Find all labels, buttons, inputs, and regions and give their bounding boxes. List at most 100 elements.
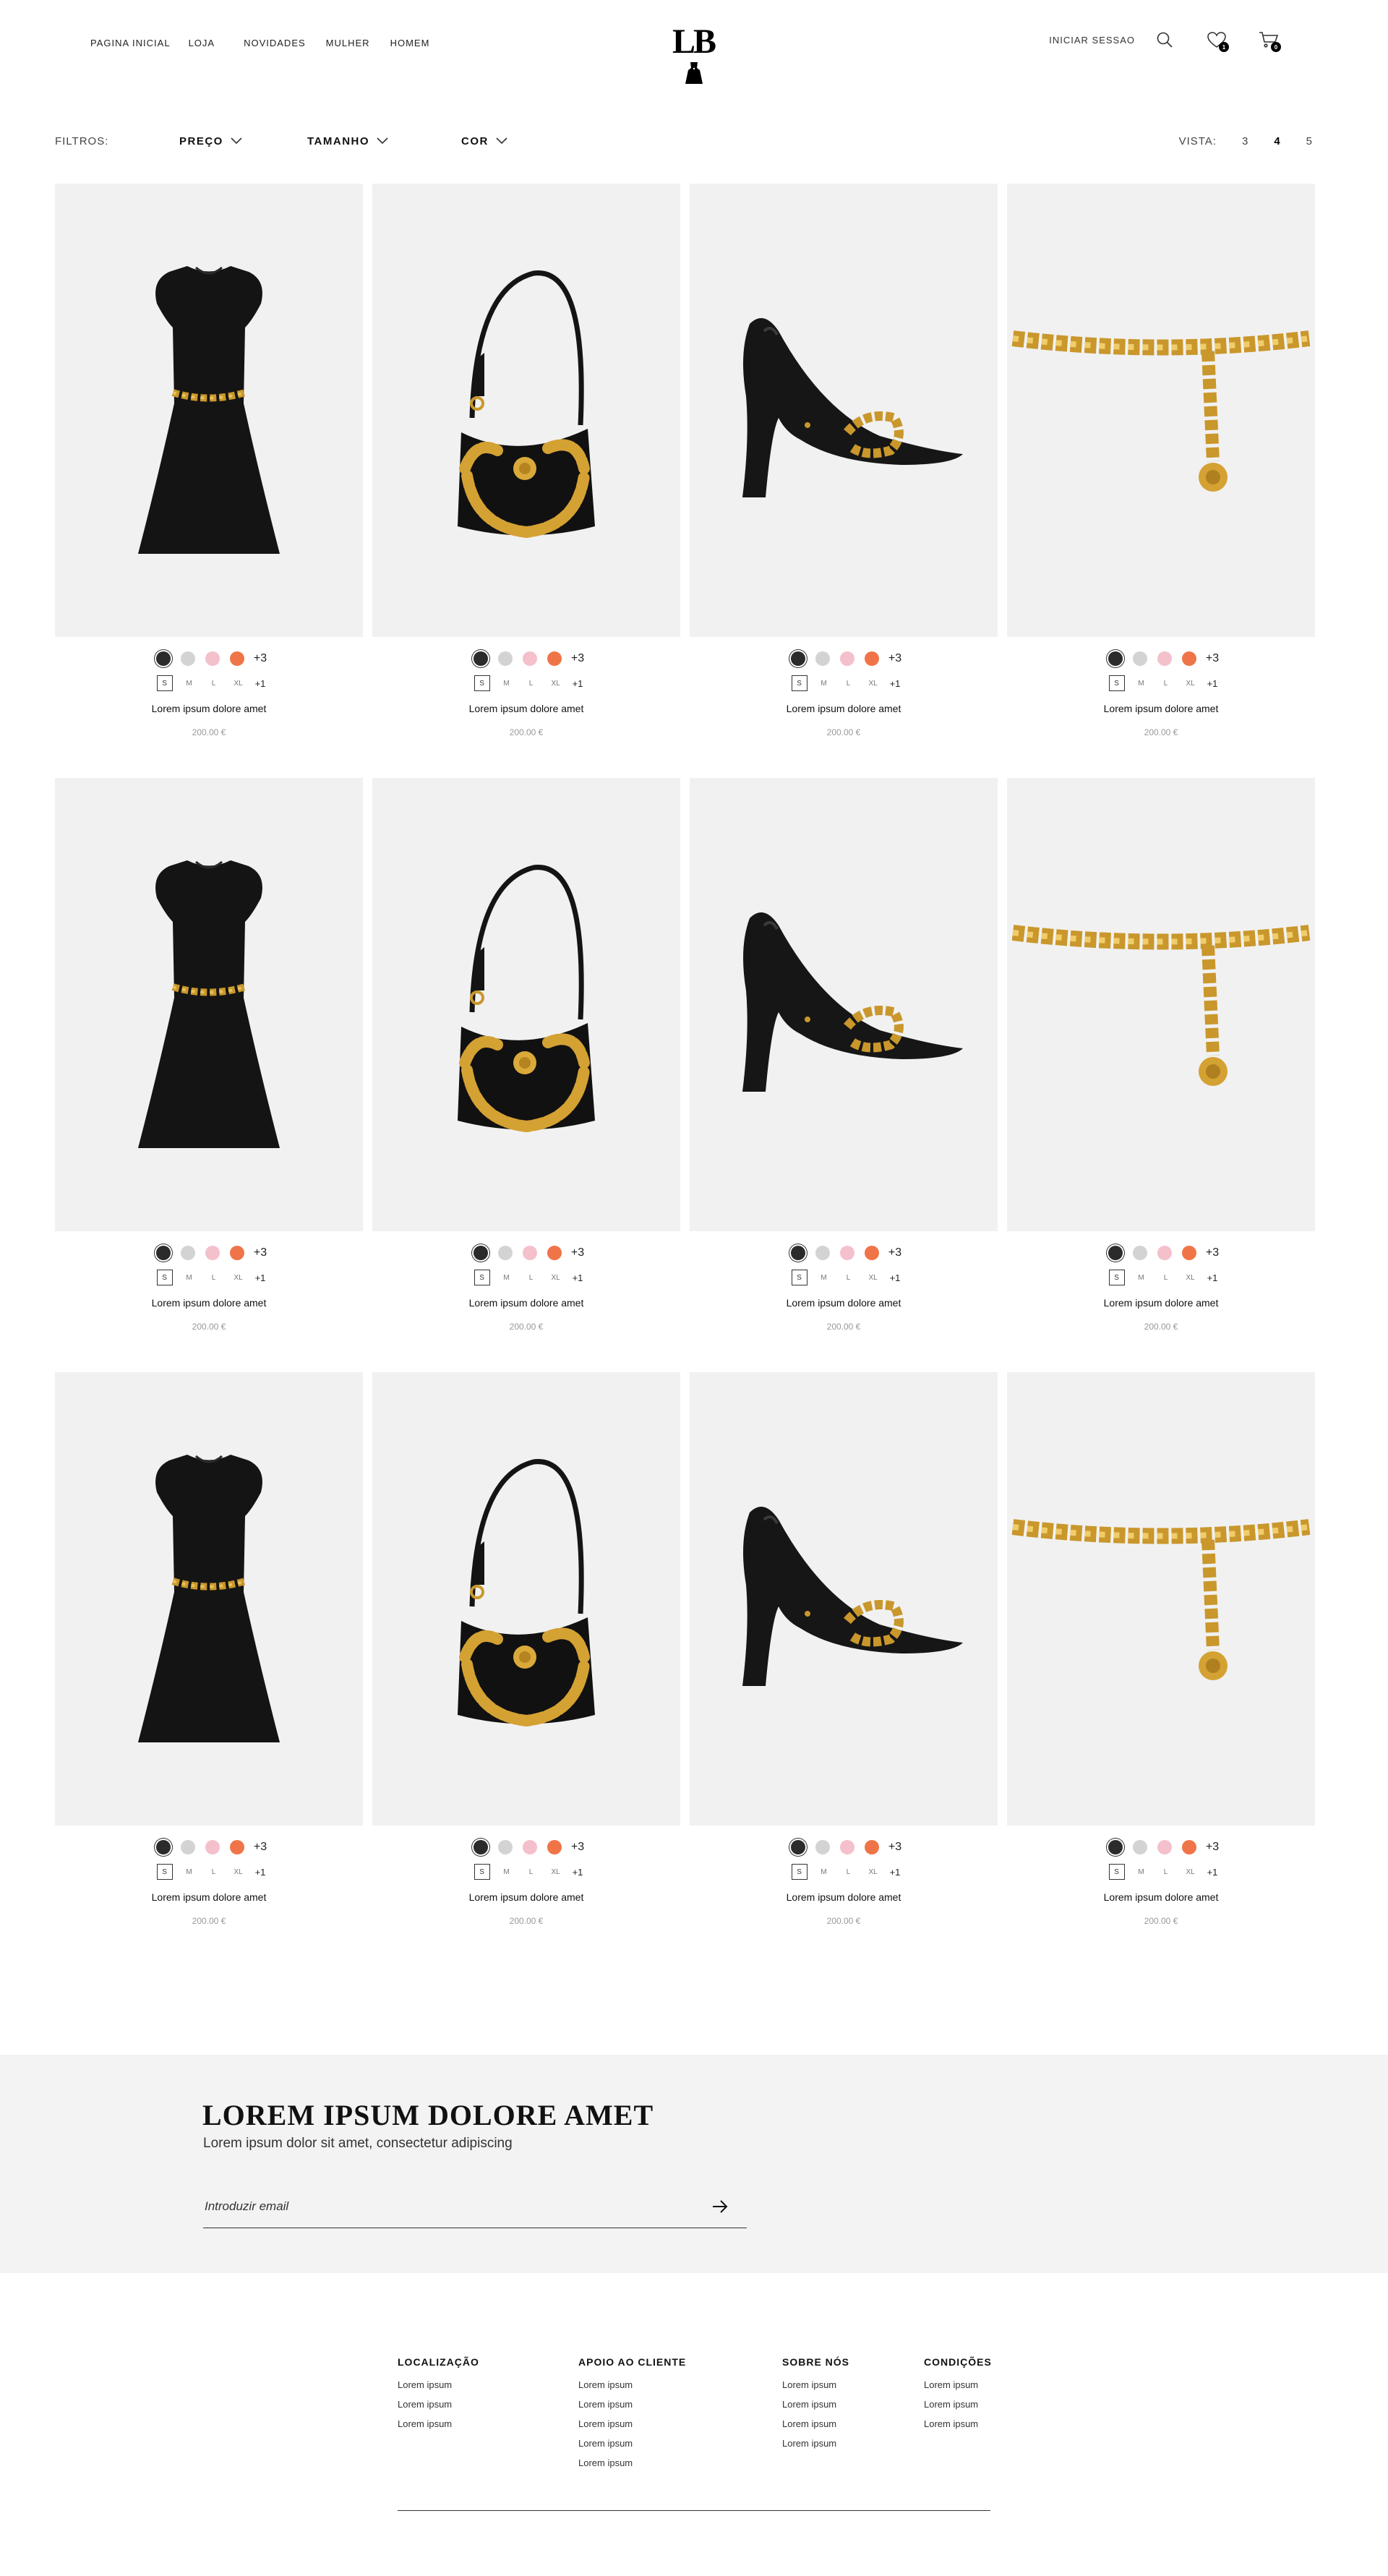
color-swatch[interactable] [155,651,171,666]
color-swatch[interactable] [155,1840,171,1854]
view-option-5[interactable]: 5 [1306,135,1313,147]
color-swatch[interactable] [839,1840,854,1854]
more-sizes[interactable]: +1 [890,1272,901,1283]
color-swatch[interactable] [1132,1840,1147,1854]
color-swatch[interactable] [497,1840,513,1854]
more-sizes[interactable]: +1 [255,678,266,689]
product-name[interactable]: Lorem ipsum dolore amet [1007,1891,1315,1903]
color-swatch[interactable] [180,651,195,666]
product-name[interactable]: Lorem ipsum dolore amet [55,1297,363,1309]
color-swatch[interactable] [229,651,244,666]
size-option[interactable]: XL [548,1270,564,1285]
product-name[interactable]: Lorem ipsum dolore amet [690,703,998,714]
product-name[interactable]: Lorem ipsum dolore amet [1007,703,1315,714]
color-swatch[interactable] [547,1840,562,1854]
nav-men[interactable]: HOMEM [390,38,430,48]
color-swatch[interactable] [1181,1246,1196,1260]
size-option[interactable]: XL [865,1270,881,1285]
color-swatch[interactable] [1132,651,1147,666]
more-colors[interactable]: +3 [888,1246,901,1259]
size-option[interactable]: L [206,1270,222,1285]
footer-link[interactable]: Lorem ipsum [782,2434,849,2453]
size-option[interactable]: M [499,675,515,691]
more-sizes[interactable]: +1 [1207,678,1218,689]
more-sizes[interactable]: +1 [573,1867,583,1878]
color-swatch[interactable] [864,1246,879,1260]
product-card[interactable]: +3 S M L XL +1 Lorem ipsum dolore amet 200.0… [1007,778,1315,1372]
size-option[interactable]: S [474,1864,490,1880]
color-swatch[interactable] [180,1840,195,1854]
size-option[interactable]: XL [231,1270,247,1285]
size-option[interactable]: M [181,675,197,691]
product-name[interactable]: Lorem ipsum dolore amet [55,703,363,714]
footer-link[interactable]: Lorem ipsum [578,2375,686,2395]
size-option[interactable]: L [523,1270,539,1285]
footer-link[interactable]: Lorem ipsum [782,2414,849,2434]
cart-button[interactable]: 0 [1258,29,1281,52]
color-swatch[interactable] [1157,1840,1172,1854]
color-swatch[interactable] [547,651,562,666]
more-sizes[interactable]: +1 [573,1272,583,1283]
footer-link[interactable]: Lorem ipsum [398,2375,479,2395]
more-colors[interactable]: +3 [254,652,267,665]
size-option[interactable]: XL [548,1864,564,1880]
product-card[interactable]: +3 S M L XL +1 Lorem ipsum dolore amet 200.0… [690,1372,998,1967]
color-swatch[interactable] [547,1246,562,1260]
footer-link[interactable]: Lorem ipsum [578,2395,686,2414]
size-option[interactable]: M [181,1270,197,1285]
more-colors[interactable]: +3 [1206,1841,1219,1854]
footer-link[interactable]: Lorem ipsum [924,2375,992,2395]
footer-link[interactable]: Lorem ipsum [578,2453,686,2473]
size-option[interactable]: XL [865,675,881,691]
color-swatch[interactable] [180,1246,195,1260]
size-option[interactable]: XL [548,675,564,691]
size-option[interactable]: M [1134,1270,1149,1285]
color-swatch[interactable] [790,1840,805,1854]
color-swatch[interactable] [1181,651,1196,666]
color-swatch[interactable] [839,651,854,666]
color-swatch[interactable] [1157,651,1172,666]
product-name[interactable]: Lorem ipsum dolore amet [55,1891,363,1903]
product-image[interactable] [55,778,363,1231]
color-swatch[interactable] [522,1246,537,1260]
more-sizes[interactable]: +1 [1207,1272,1218,1283]
product-name[interactable]: Lorem ipsum dolore amet [372,1297,680,1309]
size-option[interactable]: L [206,675,222,691]
size-option[interactable]: M [499,1270,515,1285]
product-card[interactable]: +3 S M L XL +1 Lorem ipsum dolore amet 200.0… [690,778,998,1372]
arrow-right-icon[interactable] [712,2199,728,2214]
product-image[interactable] [690,184,998,637]
size-option[interactable]: L [1158,1270,1174,1285]
product-card[interactable]: +3 S M L XL +1 Lorem ipsum dolore amet 200.0… [1007,184,1315,778]
product-name[interactable]: Lorem ipsum dolore amet [690,1297,998,1309]
more-colors[interactable]: +3 [888,1841,901,1854]
product-card[interactable]: +3 S M L XL +1 Lorem ipsum dolore amet 200.0… [55,1372,363,1967]
color-swatch[interactable] [839,1246,854,1260]
brand-logo[interactable]: LB [669,22,719,87]
size-option[interactable]: XL [231,675,247,691]
wishlist-button[interactable]: 1 [1206,29,1229,52]
product-image[interactable] [55,184,363,637]
color-swatch[interactable] [1108,651,1123,666]
size-filter[interactable]: TAMANHO [307,135,388,147]
color-swatch[interactable] [229,1246,244,1260]
color-swatch[interactable] [1108,1840,1123,1854]
view-option-3[interactable]: 3 [1242,135,1248,147]
color-swatch[interactable] [497,1246,513,1260]
footer-link[interactable]: Lorem ipsum [398,2414,479,2434]
more-sizes[interactable]: +1 [890,1867,901,1878]
product-name[interactable]: Lorem ipsum dolore amet [372,1891,680,1903]
email-field[interactable] [203,2185,747,2228]
color-swatch[interactable] [815,651,830,666]
nav-women[interactable]: MULHER [326,38,370,48]
more-colors[interactable]: +3 [254,1841,267,1854]
login-link[interactable]: INICIAR SESSAO [1049,35,1135,46]
footer-link[interactable]: Lorem ipsum [924,2395,992,2414]
product-card[interactable]: +3 S M L XL +1 Lorem ipsum dolore amet 200.0… [372,184,680,778]
size-option[interactable]: M [1134,1864,1149,1880]
size-option[interactable]: L [523,675,539,691]
footer-link[interactable]: Lorem ipsum [398,2395,479,2414]
size-option[interactable]: S [474,1270,490,1285]
size-option[interactable]: S [474,675,490,691]
color-swatch[interactable] [155,1246,171,1260]
